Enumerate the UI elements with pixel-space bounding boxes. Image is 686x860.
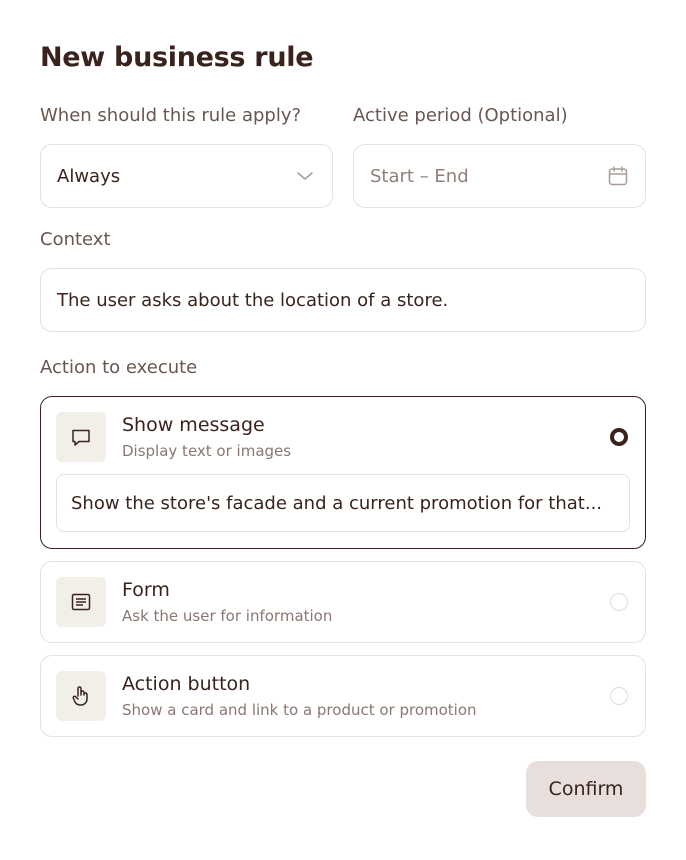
option-title: Action button xyxy=(122,673,251,695)
option-description: Show a card and link to a product or pro… xyxy=(122,701,477,719)
pointer-hand-icon xyxy=(56,671,106,721)
when-label: When should this rule apply? xyxy=(40,105,302,126)
new-rule-dialog: New business rule When should this rule … xyxy=(0,0,686,860)
form-icon xyxy=(56,577,106,627)
option-description: Ask the user for information xyxy=(122,607,333,625)
context-label: Context xyxy=(40,229,111,250)
page-title: New business rule xyxy=(40,42,314,73)
option-radio[interactable] xyxy=(610,593,628,611)
message-text-value: Show the store's facade and a current pr… xyxy=(71,492,603,514)
when-select-value: Always xyxy=(57,165,121,187)
option-description: Display text or images xyxy=(122,442,292,460)
option-title: Show message xyxy=(122,414,265,436)
message-icon xyxy=(56,412,106,462)
when-select[interactable]: Always xyxy=(40,144,333,208)
confirm-button[interactable]: Confirm xyxy=(526,761,646,817)
active-period-input[interactable]: Start – End xyxy=(353,144,646,208)
context-input[interactable]: The user asks about the location of a st… xyxy=(40,268,646,332)
action-option-action-button[interactable]: Action button Show a card and link to a … xyxy=(40,655,646,737)
active-period-label: Active period (Optional) xyxy=(353,105,568,126)
active-period-placeholder: Start – End xyxy=(370,165,469,187)
action-option-show-message[interactable]: Show message Display text or images Show… xyxy=(40,396,646,549)
action-label: Action to execute xyxy=(40,357,198,378)
chevron-down-icon xyxy=(294,165,316,187)
action-option-form[interactable]: Form Ask the user for information xyxy=(40,561,646,643)
context-input-value: The user asks about the location of a st… xyxy=(57,289,449,311)
option-radio[interactable] xyxy=(610,687,628,705)
message-text-input[interactable]: Show the store's facade and a current pr… xyxy=(56,474,630,532)
option-radio[interactable] xyxy=(610,428,628,446)
option-title: Form xyxy=(122,579,170,601)
calendar-icon xyxy=(607,165,629,187)
